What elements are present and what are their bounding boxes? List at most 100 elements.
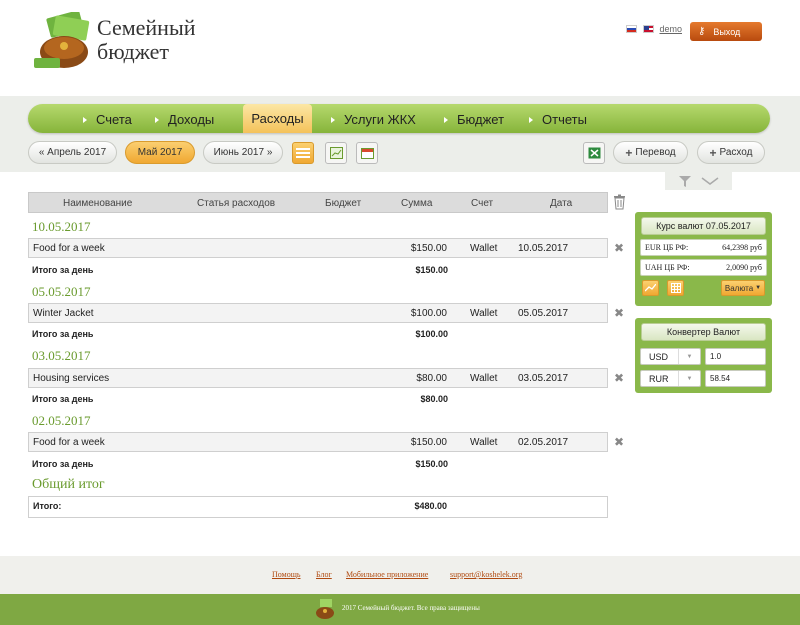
list-view-button[interactable] [292, 142, 314, 164]
chevron-down-icon: ▼ [678, 349, 700, 364]
row-name: Housing services [33, 373, 110, 384]
chevron-down-icon: ▼ [678, 371, 700, 386]
chevron-down-icon [701, 177, 718, 185]
grand-total-title: Общий итог [32, 477, 105, 492]
row-name: Food for a week [33, 437, 105, 448]
logo-line-2: бюджет [97, 39, 169, 64]
current-month-button[interactable]: Май 2017 [125, 141, 195, 164]
from-currency: USD [649, 352, 669, 362]
russian-flag-icon[interactable] [626, 25, 637, 33]
arrow-icon [331, 116, 335, 123]
nav-item-accounts[interactable]: Счета [83, 112, 132, 127]
row-amount: $150.00 [410, 437, 447, 448]
nav-item-budget[interactable]: Бюджет [444, 112, 504, 127]
nav-item-income[interactable]: Доходы [155, 112, 214, 127]
eur-rate: EUR ЦБ РФ: 64,2398 руб [640, 239, 767, 256]
delete-icon[interactable]: ✖ [614, 371, 624, 385]
nav-label: Бюджет [457, 112, 505, 127]
arrow-icon [83, 116, 87, 123]
to-amount-input[interactable]: 58.54 [705, 370, 766, 387]
arrow-icon [444, 116, 448, 123]
transfer-button[interactable]: + Перевод [613, 141, 688, 164]
exit-label: Выход [713, 26, 741, 37]
col-budget: Бюджет [325, 198, 362, 209]
next-month-button[interactable]: Июнь 2017 » [203, 141, 283, 164]
plus-icon: + [625, 145, 633, 160]
trash-icon[interactable] [613, 194, 626, 210]
logo[interactable] [34, 10, 94, 70]
col-category: Статья расходов [197, 198, 276, 209]
col-amount: Сумма [401, 198, 433, 209]
list-icon [296, 148, 310, 158]
footer-links: Помощь Блог Мобильное приложение support… [0, 556, 800, 594]
grand-total-row: Итого: $480.00 [28, 496, 608, 518]
chart-view-button[interactable] [325, 142, 347, 164]
day-total-value: $80.00 [420, 394, 448, 404]
currency-rates-widget: Курс валют 07.05.2017 EUR ЦБ РФ: 64,2398… [635, 212, 772, 306]
row-date: 05.05.2017 [518, 308, 569, 319]
table-row[interactable]: Food for a week $150.00 Wallet 10.05.201… [28, 238, 608, 258]
to-currency: RUR [649, 374, 669, 384]
row-name: Food for a week [33, 243, 105, 254]
plus-icon: + [709, 145, 717, 160]
row-account: Wallet [470, 308, 498, 319]
exit-button[interactable]: ⚷ Выход [690, 22, 762, 41]
rates-title: Курс валют 07.05.2017 [641, 217, 766, 235]
demo-user-link[interactable]: demo [659, 24, 682, 34]
table-row[interactable]: Winter Jacket $100.00 Wallet 05.05.2017 [28, 303, 608, 323]
chevron-down-icon: ▼ [755, 285, 762, 291]
arrow-icon [529, 116, 533, 123]
logo-text: Семейный бюджет [97, 16, 196, 64]
filter-toggle[interactable] [665, 172, 732, 190]
copyright: 2017 Семейный бюджет. Все права защищены [342, 604, 480, 612]
delete-icon[interactable]: ✖ [614, 241, 624, 255]
row-account: Wallet [470, 243, 498, 254]
row-amount: $80.00 [416, 373, 447, 384]
blog-link[interactable]: Блог [316, 570, 332, 579]
to-currency-select[interactable]: RUR ▼ [640, 370, 701, 387]
nav-item-utilities[interactable]: Услуги ЖКХ [331, 112, 416, 127]
table-header: Наименование Статья расходов Бюджет Сумм… [28, 192, 608, 213]
prev-month-button[interactable]: « Апрель 2017 [28, 141, 117, 164]
support-email-link[interactable]: support@koshelek.org [450, 570, 522, 579]
help-link[interactable]: Помощь [272, 570, 301, 579]
nav-label: Доходы [168, 112, 215, 127]
mobile-app-link[interactable]: Мобильное приложение [346, 570, 428, 579]
currency-select-button[interactable]: Валюта ▼ [721, 280, 765, 296]
row-date: 03.05.2017 [518, 373, 569, 384]
from-currency-select[interactable]: USD ▼ [640, 348, 701, 365]
day-total-label: Итого за день [32, 329, 94, 339]
wallet-logo-icon [34, 10, 90, 68]
delete-icon[interactable]: ✖ [614, 306, 624, 320]
calendar-view-button[interactable] [356, 142, 378, 164]
rates-chart-button[interactable] [642, 280, 659, 296]
currency-label: Валюта [724, 283, 754, 293]
export-excel-button[interactable] [583, 142, 605, 164]
from-amount-input[interactable]: 1.0 [705, 348, 766, 365]
rates-table-button[interactable] [667, 280, 684, 296]
arrow-icon [155, 116, 159, 123]
nav-label: Счета [96, 112, 132, 127]
uah-rate: UAH ЦБ РФ: 2,0090 руб [640, 259, 767, 276]
currency-converter-widget: Конвертер Валют USD ▼ 1.0 RUR ▼ 58.54 [635, 318, 772, 393]
table-row[interactable]: Food for a week $150.00 Wallet 02.05.201… [28, 432, 608, 452]
day-total-label: Итого за день [32, 459, 94, 469]
nav-label: Отчеты [542, 112, 587, 127]
row-account: Wallet [470, 373, 498, 384]
add-expense-button[interactable]: + Расход [697, 141, 765, 164]
grand-total-label: Итого: [33, 501, 62, 511]
col-name: Наименование [63, 198, 133, 209]
language-flags [626, 25, 654, 33]
group-date: 10.05.2017 [32, 219, 91, 234]
delete-icon[interactable]: ✖ [614, 435, 624, 449]
row-date: 10.05.2017 [518, 243, 569, 254]
main-nav: Счета Доходы Услуги ЖКХ Бюджет Отчеты [28, 104, 770, 133]
table-row[interactable]: Housing services $80.00 Wallet 03.05.201… [28, 368, 608, 388]
nav-item-expenses[interactable]: Расходы [243, 104, 312, 133]
nav-item-reports[interactable]: Отчеты [529, 112, 587, 127]
uah-value: 2,0090 руб [726, 263, 762, 272]
col-date: Дата [550, 198, 573, 209]
group-date: 03.05.2017 [32, 348, 91, 363]
english-flag-icon[interactable] [643, 25, 654, 33]
trend-icon [645, 284, 656, 292]
